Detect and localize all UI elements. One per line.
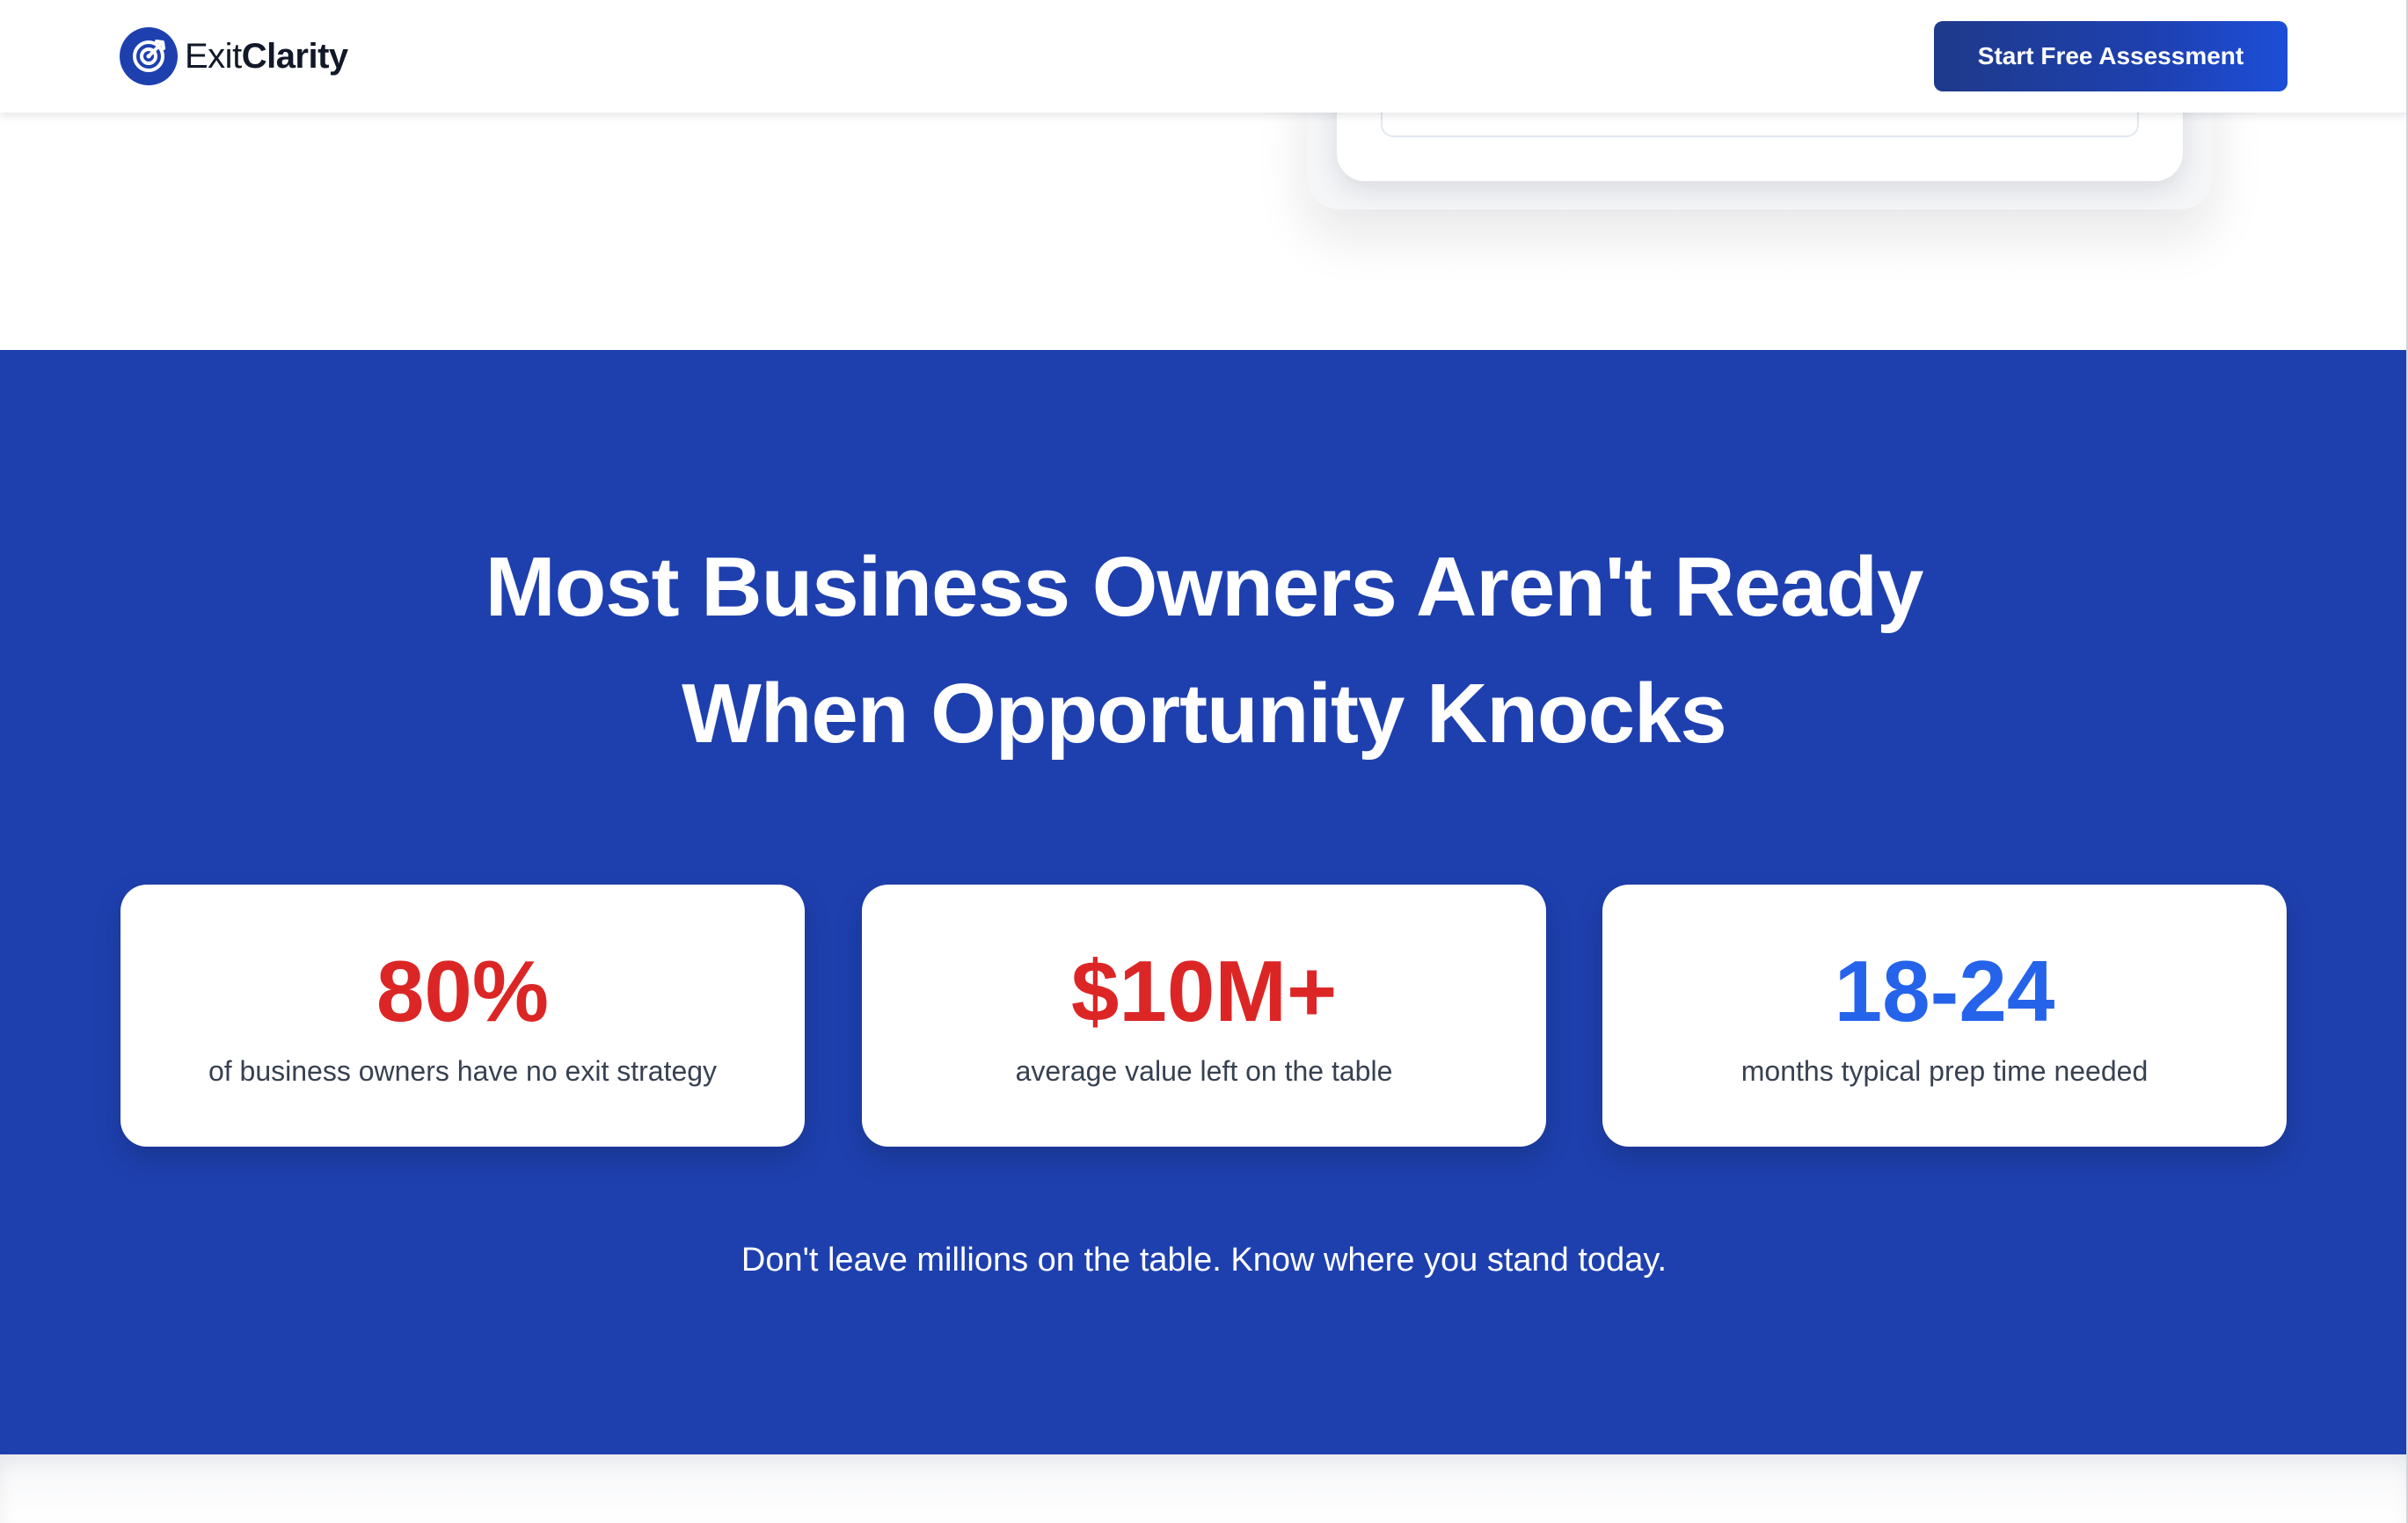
start-free-assessment-button[interactable]: Start Free Assessment: [1934, 21, 2288, 91]
section-title-line2: When Opportunity Knocks: [682, 667, 1727, 761]
stat-card-prep-time: 18-24 months typical prep time needed: [1602, 885, 2287, 1147]
logo-wordmark: ExitClarity: [185, 37, 348, 77]
section-title-line1: Most Business Owners Aren't Ready: [485, 540, 1924, 634]
stats-section: Most Business Owners Aren't Ready When O…: [0, 350, 2408, 1454]
section-title: Most Business Owners Aren't Ready When O…: [0, 524, 2408, 777]
stat-value: 80%: [376, 943, 550, 1039]
stat-label: months typical prep time needed: [1740, 1055, 2149, 1087]
stat-card-no-exit-strategy: 80% of business owners have no exit stra…: [120, 885, 805, 1147]
stat-card-value-left: $10M+ average value left on the table: [862, 885, 1546, 1147]
logo-prefix: Exit: [185, 36, 242, 76]
section-tagline: Don't leave millions on the table. Know …: [741, 1242, 1667, 1279]
logo-bold: Clarity: [241, 36, 349, 76]
next-section-edge: [0, 1454, 2408, 1523]
stat-value: 18-24: [1834, 943, 2055, 1039]
stat-value: $10M+: [1070, 943, 1338, 1039]
target-icon: [120, 27, 178, 85]
top-navbar: ExitClarity Start Free Assessment: [0, 0, 2408, 113]
logo-link[interactable]: ExitClarity: [120, 26, 348, 86]
stat-label: of business owners have no exit strategy: [208, 1055, 718, 1087]
stat-label: average value left on the table: [1015, 1055, 1393, 1087]
